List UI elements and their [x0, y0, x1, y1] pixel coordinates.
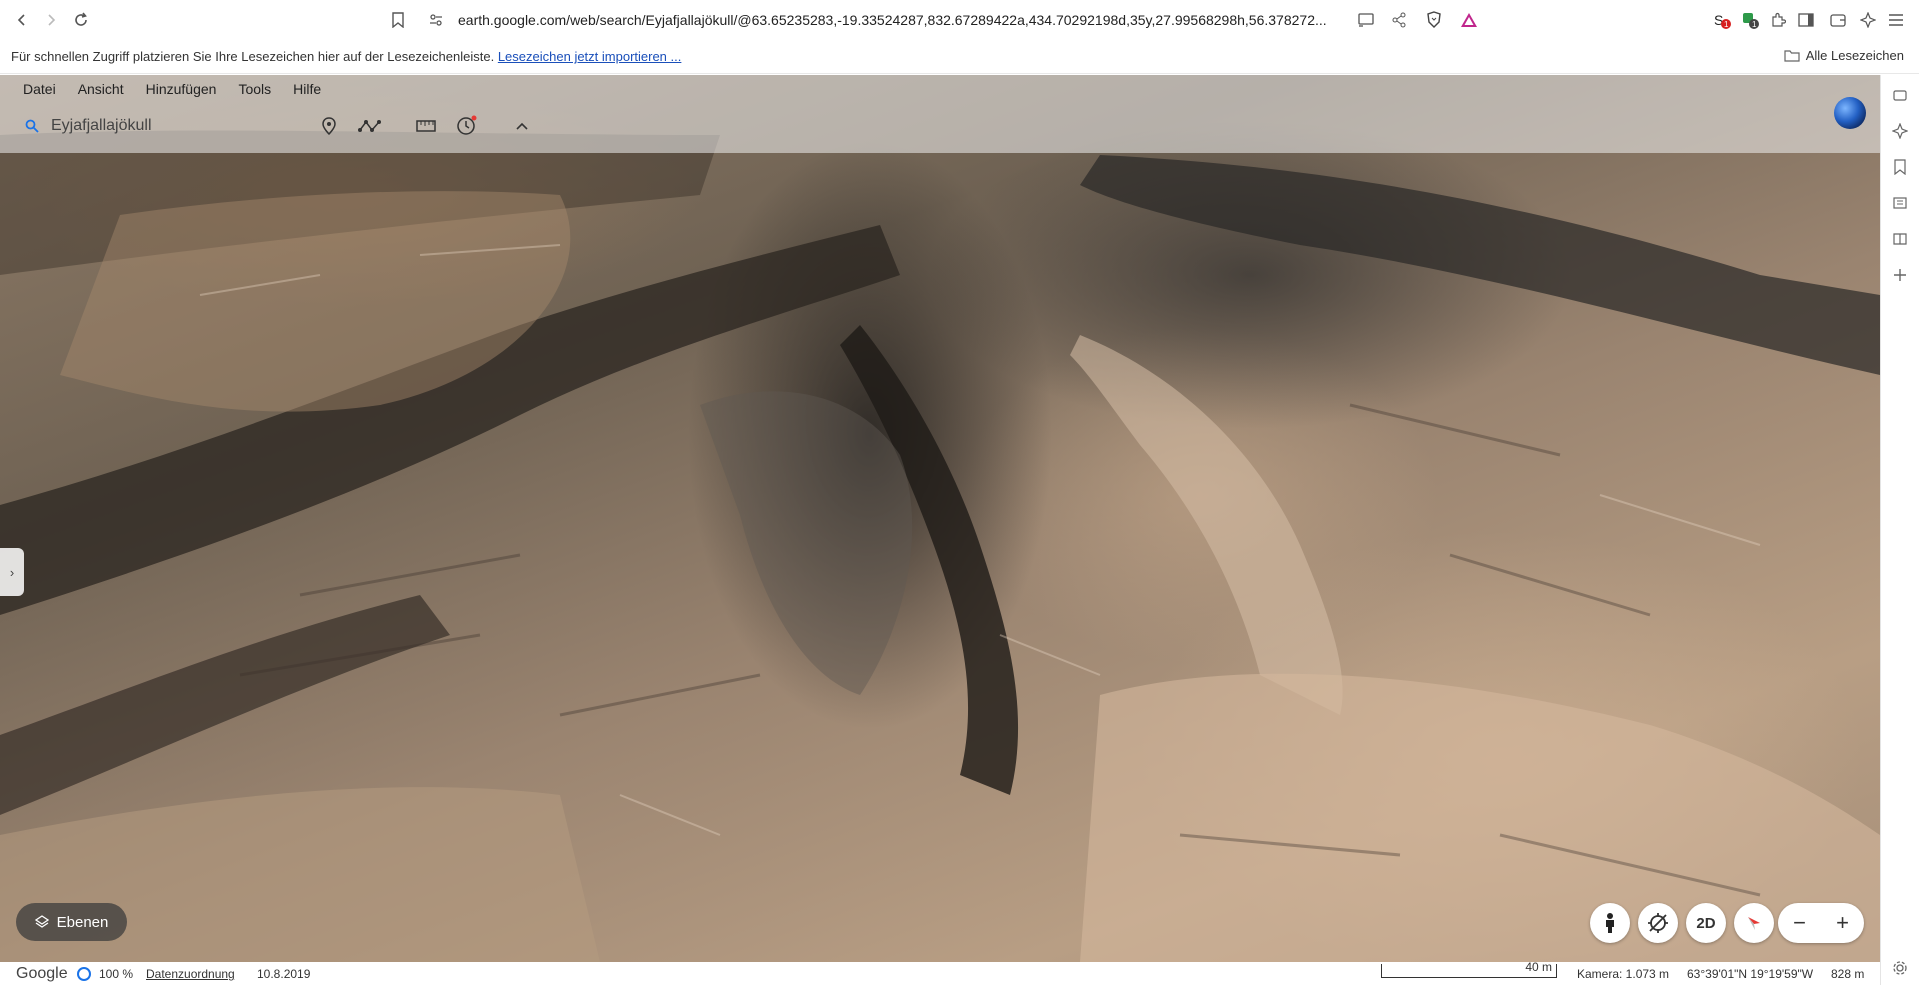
- wallet-icon[interactable]: [1892, 87, 1908, 103]
- settings-gear-icon[interactable]: [1892, 960, 1908, 976]
- leo-ai-icon[interactable]: [1856, 8, 1880, 32]
- compass-button[interactable]: [1734, 903, 1774, 943]
- history-icon[interactable]: [1892, 231, 1908, 247]
- leo-ai-icon[interactable]: [1892, 123, 1908, 139]
- layers-button[interactable]: Ebenen: [16, 903, 127, 941]
- brave-rewards-icon[interactable]: [1460, 12, 1478, 33]
- extension-icon[interactable]: 1: [1738, 8, 1762, 32]
- bookmark-hint: Für schnellen Zugriff platzieren Sie Ihr…: [11, 49, 495, 64]
- extension-icon[interactable]: S1: [1710, 8, 1734, 32]
- collapse-up-icon[interactable]: [508, 112, 536, 140]
- extensions-puzzle-icon[interactable]: [1766, 8, 1790, 32]
- chevron-right-icon: ›: [9, 564, 15, 580]
- imagery-date: 10.8.2019: [257, 967, 311, 981]
- scale-label: 40 m: [1525, 960, 1552, 974]
- all-bookmarks-label: Alle Lesezeichen: [1805, 48, 1904, 63]
- bookmarks-bar: Für schnellen Zugriff platzieren Sie Ihr…: [0, 40, 1919, 74]
- site-settings-icon[interactable]: [428, 12, 444, 33]
- back-icon[interactable]: [10, 8, 34, 32]
- history-icon[interactable]: [452, 112, 480, 140]
- load-percent: 100 %: [99, 967, 134, 981]
- bookmark-hint-row: Für schnellen Zugriff platzieren Sie Ihr…: [11, 49, 681, 64]
- bookmark-icon[interactable]: [386, 8, 410, 32]
- menu-item-datei[interactable]: Datei: [23, 81, 56, 97]
- share-icon[interactable]: [1392, 12, 1406, 33]
- compass-icon: [1748, 917, 1760, 930]
- menu-item-hinzufuegen[interactable]: Hinzufügen: [146, 81, 217, 97]
- wallet-icon[interactable]: [1826, 8, 1850, 32]
- path-icon[interactable]: [356, 112, 384, 140]
- view-mode-2d-button[interactable]: 2D: [1686, 903, 1726, 943]
- search-input[interactable]: [51, 117, 271, 135]
- extension-badge: 1: [1752, 20, 1757, 29]
- folder-icon: [1784, 50, 1800, 62]
- browser-side-panel: [1880, 75, 1919, 985]
- placemark-icon[interactable]: [315, 112, 343, 140]
- terrain-imagery: [0, 130, 1880, 962]
- menu-item-ansicht[interactable]: Ansicht: [78, 81, 124, 97]
- bookmarks-icon[interactable]: [1892, 159, 1908, 175]
- status-bar: Google 100 % Datenzuordnung 10.8.2019 40…: [0, 960, 1880, 985]
- import-bookmarks-link[interactable]: Lesezeichen jetzt importieren ...: [498, 49, 682, 64]
- view-mode-label: 2D: [1696, 914, 1716, 932]
- brave-shield-icon[interactable]: [1426, 11, 1442, 34]
- menu-icon[interactable]: [1884, 8, 1908, 32]
- reload-icon[interactable]: [69, 8, 93, 32]
- cast-icon[interactable]: [1358, 13, 1374, 32]
- zoom-controls: − +: [1778, 903, 1864, 943]
- address-bar[interactable]: earth.google.com/web/search/Eyjafjallajö…: [408, 5, 1498, 35]
- street-view-pegman-button[interactable]: [1590, 903, 1630, 943]
- cursor-coordinates: 63°39'01"N 19°19'59"W: [1687, 967, 1814, 981]
- loading-progress-icon: [77, 967, 91, 981]
- menu-item-hilfe[interactable]: Hilfe: [293, 81, 321, 97]
- layers-icon: [34, 915, 49, 928]
- ruler-icon[interactable]: [412, 112, 440, 140]
- reading-list-icon[interactable]: [1892, 195, 1908, 211]
- search-icon[interactable]: [25, 119, 39, 133]
- all-bookmarks-button[interactable]: Alle Lesezeichen: [1784, 48, 1904, 63]
- pegman-icon: [1606, 913, 1614, 933]
- reset-tilt-button[interactable]: [1638, 903, 1678, 943]
- account-globe-icon[interactable]: [1834, 97, 1866, 129]
- add-panel-icon[interactable]: [1892, 267, 1908, 283]
- google-logo: Google: [16, 965, 68, 982]
- forward-icon[interactable]: [39, 8, 63, 32]
- tilt-reset-icon: [1648, 913, 1668, 933]
- camera-altitude: Kamera: 1.073 m: [1577, 967, 1670, 981]
- sidebar-toggle-icon[interactable]: [1794, 8, 1818, 32]
- scale-bar: 40 m: [1381, 960, 1557, 978]
- menu-bar: Datei Ansicht Hinzufügen Tools Hilfe: [23, 81, 343, 97]
- ground-elevation: 828 m: [1831, 967, 1865, 981]
- extension-badge: 1: [1724, 20, 1729, 29]
- url-text[interactable]: earth.google.com/web/search/Eyjafjallajö…: [458, 12, 1338, 28]
- expand-panel-button[interactable]: ›: [0, 548, 24, 596]
- layers-label: Ebenen: [56, 913, 109, 931]
- attribution-link[interactable]: Datenzuordnung: [146, 967, 235, 981]
- earth-toolbar: Datei Ansicht Hinzufügen Tools Hilfe: [0, 75, 1880, 153]
- zoom-in-button[interactable]: +: [1836, 910, 1849, 936]
- menu-item-tools[interactable]: Tools: [238, 81, 271, 97]
- search-box[interactable]: [16, 113, 296, 139]
- earth-3d-view[interactable]: [0, 75, 1880, 962]
- zoom-out-button[interactable]: −: [1793, 910, 1806, 936]
- browser-toolbar: earth.google.com/web/search/Eyjafjallajö…: [0, 0, 1919, 40]
